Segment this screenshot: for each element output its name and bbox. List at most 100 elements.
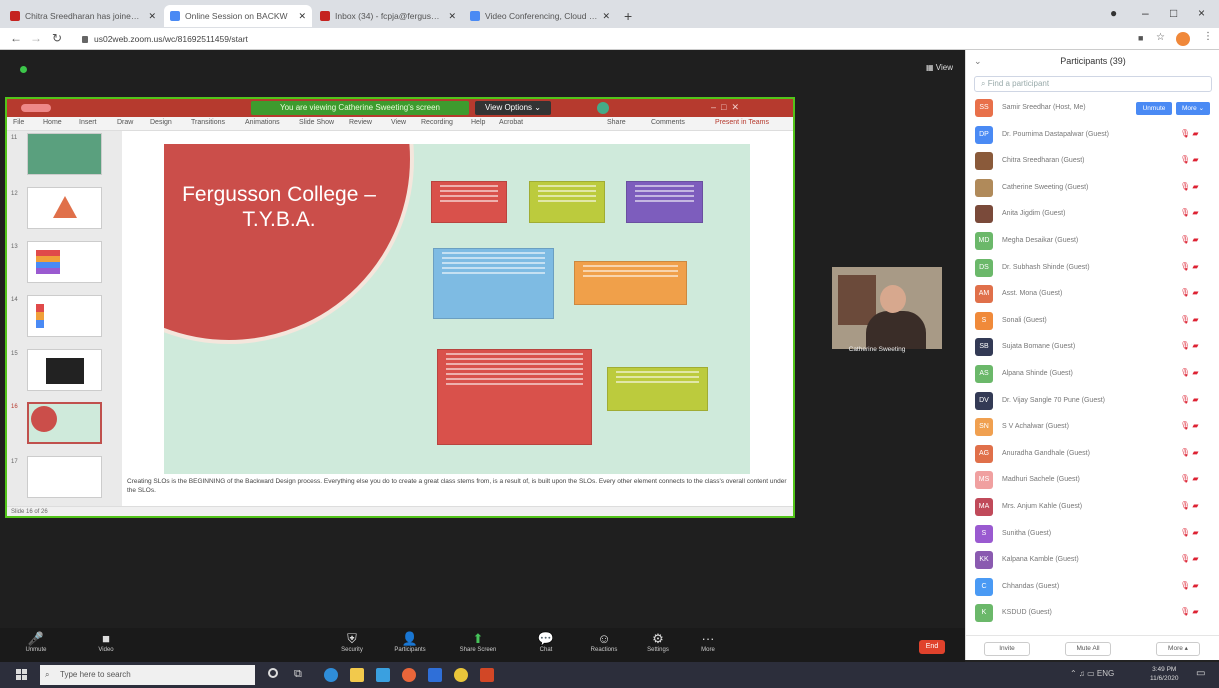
participant-row[interactable]: DV Dr. Vijay Sangle 70 Pune (Guest) 🎙︎ ▰ bbox=[966, 389, 1219, 415]
muted-mic-icon: 🎙︎ ▰ bbox=[1180, 261, 1199, 271]
menu-item[interactable]: Insert bbox=[79, 119, 97, 126]
gmail-icon bbox=[10, 11, 20, 21]
minimize-button[interactable]: – bbox=[1142, 6, 1149, 20]
participant-row[interactable]: AG Anuradha Gandhale (Guest) 🎙︎ ▰ bbox=[966, 442, 1219, 468]
present-in-teams-button[interactable]: Present in Teams bbox=[715, 119, 769, 126]
menu-item[interactable]: Recording bbox=[421, 119, 453, 126]
close-window-button[interactable]: × bbox=[1198, 6, 1205, 20]
browser-tab[interactable]: Inbox (34) - fcpja@fergusson. ✕ bbox=[314, 5, 462, 27]
close-tab-icon[interactable]: ✕ bbox=[448, 11, 456, 22]
close-tab-icon[interactable]: ✕ bbox=[148, 11, 156, 22]
comments-button[interactable]: Comments bbox=[651, 119, 685, 126]
participant-row[interactable]: K KSDUD (Guest) 🎙︎ ▰ bbox=[966, 601, 1219, 627]
more-button[interactable]: ··· More bbox=[684, 631, 732, 653]
more-options-button[interactable]: More ▴ bbox=[1156, 642, 1200, 656]
end-meeting-button[interactable]: End bbox=[919, 640, 945, 654]
settings-button[interactable]: ⚙ Settings bbox=[634, 631, 682, 653]
view-options-button[interactable]: View Options ⌄ bbox=[475, 101, 551, 115]
menu-item[interactable]: Draw bbox=[117, 119, 133, 126]
taskbar-clock[interactable]: 3:49 PM 11/6/2020 bbox=[1150, 665, 1178, 683]
cortana-icon[interactable] bbox=[268, 668, 278, 678]
participant-row[interactable]: DP Dr. Pournima Dastapalwar (Guest) 🎙︎ ▰ bbox=[966, 123, 1219, 149]
reload-icon[interactable]: ↻ bbox=[52, 31, 62, 45]
more-participant-button[interactable]: More ⌄ bbox=[1176, 102, 1210, 115]
slide-thumbnail[interactable] bbox=[27, 241, 102, 283]
invite-button[interactable]: Invite bbox=[984, 642, 1030, 656]
ribbon-menu: File Home Insert Draw Design Transitions… bbox=[7, 117, 793, 131]
share-screen-button[interactable]: ⬆ Share Screen bbox=[454, 631, 502, 653]
participant-row[interactable]: Chitra Sreedharan (Guest) 🎙︎ ▰ bbox=[966, 149, 1219, 175]
windows-start-icon[interactable] bbox=[16, 669, 27, 680]
participant-row[interactable]: DS Dr. Subhash Shinde (Guest) 🎙︎ ▰ bbox=[966, 256, 1219, 282]
menu-item[interactable]: Acrobat bbox=[499, 119, 523, 126]
browser-tab-active[interactable]: Online Session on BACKW ✕ bbox=[164, 5, 312, 27]
file-explorer-icon[interactable] bbox=[350, 668, 364, 682]
participant-row[interactable]: AS Alpana Shinde (Guest) 🎙︎ ▰ bbox=[966, 362, 1219, 388]
participant-search-input[interactable]: ⌕ Find a participant bbox=[974, 76, 1212, 92]
participant-row[interactable]: AM Asst. Mona (Guest) 🎙︎ ▰ bbox=[966, 282, 1219, 308]
participant-row[interactable]: MD Megha Desaikar (Guest) 🎙︎ ▰ bbox=[966, 229, 1219, 255]
participant-row[interactable]: SS Samir Sreedhar (Host, Me) Unmute More ⌄ bbox=[966, 96, 1219, 122]
participant-row[interactable]: SB Sujata Bomane (Guest) 🎙︎ ▰ bbox=[966, 335, 1219, 361]
store-icon[interactable] bbox=[376, 668, 390, 682]
menu-item[interactable]: File bbox=[13, 119, 24, 126]
participant-row[interactable]: C Chhandas (Guest) 🎙︎ ▰ bbox=[966, 575, 1219, 601]
profile-avatar[interactable] bbox=[1176, 32, 1190, 46]
menu-item[interactable]: Transitions bbox=[191, 119, 225, 126]
mail-icon[interactable] bbox=[428, 668, 442, 682]
menu-item[interactable]: Animations bbox=[245, 119, 280, 126]
new-tab-button[interactable]: + bbox=[624, 8, 632, 24]
close-tab-icon[interactable]: ✕ bbox=[602, 11, 610, 22]
account-icon[interactable]: ● bbox=[1110, 6, 1117, 20]
camera-icon[interactable]: ■ bbox=[1138, 33, 1143, 43]
slide-thumbnail[interactable] bbox=[27, 349, 102, 391]
maximize-button[interactable]: □ bbox=[1170, 6, 1177, 20]
participant-row[interactable]: KK Kalpana Kamble (Guest) 🎙︎ ▰ bbox=[966, 548, 1219, 574]
menu-item[interactable]: Slide Show bbox=[299, 119, 334, 126]
close-tab-icon[interactable]: ✕ bbox=[298, 11, 306, 22]
security-button[interactable]: ⛨ Security bbox=[328, 631, 376, 653]
menu-item[interactable]: Design bbox=[150, 119, 172, 126]
slide-thumbnail[interactable] bbox=[27, 456, 102, 498]
chrome-icon[interactable] bbox=[454, 668, 468, 682]
browser-tab[interactable]: Video Conferencing, Cloud Pho ✕ bbox=[464, 5, 616, 27]
mute-all-button[interactable]: Mute All bbox=[1065, 642, 1111, 656]
slide-thumbnail[interactable] bbox=[27, 295, 102, 337]
taskbar-search-input[interactable]: ⌕ Type here to search bbox=[40, 665, 255, 685]
slide-thumbnail[interactable] bbox=[27, 187, 102, 229]
star-icon[interactable]: ☆ bbox=[1156, 32, 1165, 43]
menu-item[interactable]: Review bbox=[349, 119, 372, 126]
url-field[interactable]: us02web.zoom.us/wc/81692511459/start bbox=[82, 32, 982, 46]
slide-thumbnail-active[interactable] bbox=[27, 402, 102, 444]
menu-icon[interactable]: ⋮ bbox=[1203, 31, 1213, 42]
edge-icon[interactable] bbox=[324, 668, 338, 682]
participant-row[interactable]: MS Madhuri Sachele (Guest) 🎙︎ ▰ bbox=[966, 468, 1219, 494]
participant-row[interactable]: S Sunitha (Guest) 🎙︎ ▰ bbox=[966, 522, 1219, 548]
notifications-icon[interactable]: ▭ bbox=[1196, 668, 1205, 679]
powerpoint-icon[interactable] bbox=[480, 668, 494, 682]
speaker-video[interactable] bbox=[832, 267, 942, 349]
participant-row[interactable]: Catherine Sweeting (Guest) 🎙︎ ▰ bbox=[966, 176, 1219, 202]
menu-item[interactable]: Home bbox=[43, 119, 62, 126]
participant-row[interactable]: MA Mrs. Anjum Kahle (Guest) 🎙︎ ▰ bbox=[966, 495, 1219, 521]
chat-button[interactable]: 💬 Chat bbox=[522, 631, 570, 653]
video-button[interactable]: ■ Video bbox=[82, 631, 130, 653]
browser-tab[interactable]: Chitra Sreedharan has joined yo ✕ bbox=[4, 5, 162, 27]
menu-item[interactable]: Help bbox=[471, 119, 485, 126]
system-tray-icons[interactable]: ⌃ ♫ ▭ ENG bbox=[1070, 669, 1114, 678]
task-view-icon[interactable]: ⧉ bbox=[294, 668, 302, 681]
view-button[interactable]: ▦ View bbox=[926, 63, 953, 72]
participant-row[interactable]: SN S V Achalwar (Guest) 🎙︎ ▰ bbox=[966, 415, 1219, 441]
participant-row[interactable]: Anita Jigdim (Guest) 🎙︎ ▰ bbox=[966, 202, 1219, 228]
reactions-button[interactable]: ☺ Reactions bbox=[580, 631, 628, 653]
forward-icon[interactable]: → bbox=[30, 31, 42, 45]
participant-row[interactable]: S Sonali (Guest) 🎙︎ ▰ bbox=[966, 309, 1219, 335]
share-menu-button[interactable]: Share bbox=[607, 119, 626, 126]
unmute-button[interactable]: 🎤 Unmute bbox=[12, 631, 60, 653]
menu-item[interactable]: View bbox=[391, 119, 406, 126]
slide-thumbnail[interactable] bbox=[27, 133, 102, 175]
unmute-participant-button[interactable]: Unmute bbox=[1136, 102, 1172, 115]
participants-button[interactable]: 👤 Participants bbox=[386, 631, 434, 653]
firefox-icon[interactable] bbox=[402, 668, 416, 682]
back-icon[interactable]: ← bbox=[10, 31, 22, 45]
